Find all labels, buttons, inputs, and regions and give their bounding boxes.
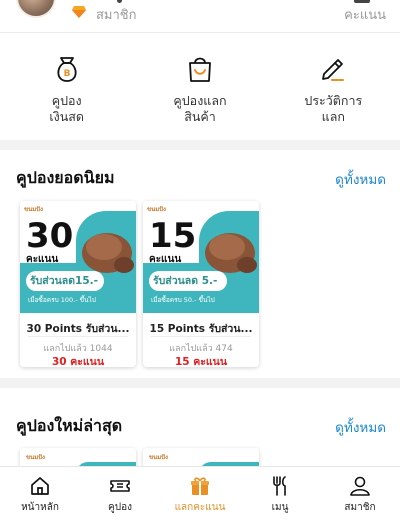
shopping-bag-icon	[189, 57, 211, 82]
cash-coupon-icon: B	[57, 57, 77, 82]
coupon-cost: 15 คะแนน	[174, 356, 228, 367]
points-label: คะแนน	[344, 8, 386, 23]
coupon-big-number: 15	[149, 216, 197, 256]
redeem-points-screen: สมาชิก คะแนน B คูปอง เงินสด คูปองแลก สินค้…	[0, 0, 400, 520]
coupon-brand-logo: ขนมปัง	[147, 206, 166, 213]
coupon-unit: คะแนน	[149, 254, 182, 265]
coupon-name: 15 Points รับส่วน...	[149, 323, 253, 335]
redeem-history-button[interactable]: ประวัติการ แลก	[267, 34, 400, 140]
nav-home[interactable]: หน้าหลัก	[0, 467, 80, 520]
diamond-icon	[72, 6, 86, 18]
product-coupon-label-2: สินค้า	[184, 109, 216, 124]
latest-see-all-link[interactable]: ดูทั้งหมด	[335, 416, 386, 438]
divider	[28, 336, 128, 337]
coupon-brand-logo: ขนมปัง	[149, 454, 168, 461]
coupon-image: ขนมปัง 15 คะแนน รับส่วนลด 5.- เมื่อซื้อค…	[143, 201, 259, 313]
popular-coupons-title: คูปองยอดนิยม	[16, 168, 115, 187]
bread-bun-image	[82, 233, 134, 273]
bread-bun-image	[205, 233, 257, 273]
nav-coupons-label: คูปอง	[108, 502, 132, 513]
bottom-navigation: หน้าหลัก คูปอง แลกคะแนน เมนู สมาชิก	[0, 466, 400, 520]
coupon-brand-logo: ขนมปัง	[24, 206, 43, 213]
nav-member-label: สมาชิก	[344, 502, 376, 513]
redeem-history-label-1: ประวัติการ	[304, 93, 363, 108]
nav-menu-label: เมนู	[271, 502, 289, 513]
product-coupon-label-1: คูปองแลก	[173, 93, 227, 108]
utensils-icon	[273, 476, 286, 496]
section-divider	[0, 140, 400, 150]
nav-member[interactable]: สมาชิก	[320, 467, 400, 520]
points-value-fragment	[354, 0, 370, 3]
coupon-discount: รับส่วนลด 5.-	[149, 271, 227, 291]
nav-home-label: หน้าหลัก	[21, 502, 59, 513]
divider	[151, 336, 251, 337]
coupon-cost: 30 คะแนน	[51, 356, 105, 367]
coupon-big-number: 30	[26, 216, 74, 256]
cash-coupon-button[interactable]: B คูปอง เงินสด	[0, 34, 133, 140]
svg-text:B: B	[63, 69, 70, 79]
coupon-card[interactable]: ขนมปัง 15 คะแนน รับส่วนลด 5.- เมื่อซื้อค…	[143, 201, 259, 367]
pencil-icon	[322, 59, 345, 81]
coupon-condition: เมื่อซื้อครบ 100.- ขึ้นไป	[28, 296, 96, 304]
ticket-icon	[110, 480, 130, 492]
coupon-card[interactable]: ขนมปัง 30 คะแนน รับส่วนลด15.- เมื่อซื้อค…	[20, 201, 136, 367]
quick-actions: B คูปอง เงินสด คูปองแลก สินค้า ประวัติการแ…	[0, 34, 400, 140]
cash-coupon-label-1: คูปอง	[51, 93, 82, 108]
home-icon	[31, 477, 49, 495]
nav-redeem[interactable]: แลกคะแนน	[160, 467, 240, 520]
avatar[interactable]	[16, 0, 56, 18]
coupon-name: 30 Points รับส่วน...	[26, 323, 130, 335]
nav-redeem-label: แลกคะแนน	[174, 502, 226, 513]
nav-menu[interactable]: เมนู	[240, 467, 320, 520]
member-header: สมาชิก คะแนน	[0, 0, 400, 33]
coupon-brand-logo: ขนมปัง	[26, 454, 45, 461]
coupon-discount: รับส่วนลด15.-	[26, 271, 104, 291]
cash-coupon-label-2: เงินสด	[49, 109, 84, 124]
coupon-condition: เมื่อซื้อครบ 50.- ขึ้นไป	[151, 296, 215, 304]
product-coupon-button[interactable]: คูปองแลก สินค้า	[133, 34, 266, 140]
gift-icon	[191, 477, 209, 495]
popular-see-all-link[interactable]: ดูทั้งหมด	[335, 168, 386, 190]
section-divider	[0, 378, 400, 388]
coupon-unit: คะแนน	[26, 254, 59, 265]
latest-coupons-title: คูปองใหม่ล่าสุด	[16, 416, 123, 435]
coupon-image: ขนมปัง 30 คะแนน รับส่วนลด15.- เมื่อซื้อค…	[20, 201, 136, 313]
member-tier-label: สมาชิก	[96, 8, 137, 23]
user-icon	[350, 476, 370, 496]
redeem-history-label-2: แลก	[321, 109, 345, 124]
nav-coupons[interactable]: คูปอง	[80, 467, 160, 520]
header-text-fragment	[117, 0, 122, 3]
